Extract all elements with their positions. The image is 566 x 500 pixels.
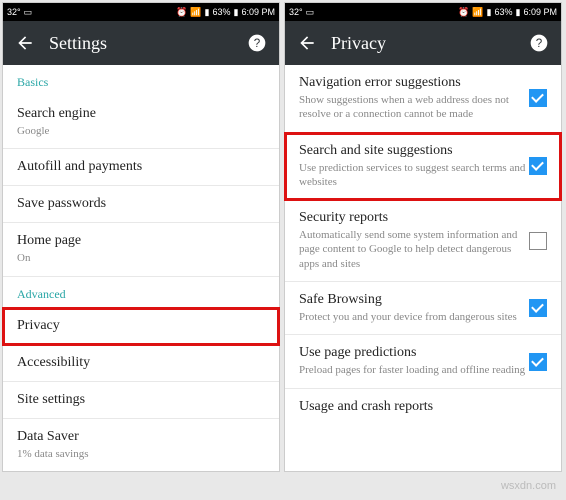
row-accessibility[interactable]: Accessibility bbox=[3, 345, 279, 382]
clock: 6:09 PM bbox=[241, 7, 275, 17]
row-site-settings[interactable]: Site settings bbox=[3, 382, 279, 419]
svg-text:?: ? bbox=[254, 37, 261, 50]
wifi-icon: 📶 bbox=[472, 7, 483, 18]
checkbox-safe-browsing[interactable] bbox=[529, 299, 547, 317]
app-bar: Privacy ? bbox=[285, 21, 561, 65]
notif-icon: ▭ bbox=[306, 7, 315, 18]
battery-pct: 63% bbox=[213, 7, 231, 17]
row-home-page[interactable]: Home pageOn bbox=[3, 223, 279, 276]
row-page-predictions[interactable]: Use page predictionsPreload pages for fa… bbox=[285, 335, 561, 388]
status-bar: 32° ▭ ⏰ 📶 ▮ 63% ▮ 6:09 PM bbox=[285, 3, 561, 21]
temp: 32° bbox=[7, 7, 21, 17]
privacy-screen: 32° ▭ ⏰ 📶 ▮ 63% ▮ 6:09 PM Privacy ? bbox=[284, 2, 562, 472]
help-icon[interactable]: ? bbox=[529, 33, 549, 53]
page-title: Privacy bbox=[331, 33, 529, 54]
row-privacy[interactable]: Privacy bbox=[3, 308, 279, 345]
row-search-site-suggestions[interactable]: Search and site suggestionsUse predictio… bbox=[285, 133, 561, 201]
settings-screen: 32° ▭ ⏰ 📶 ▮ 63% ▮ 6:09 PM Settings ? Bas… bbox=[2, 2, 280, 472]
row-autofill[interactable]: Autofill and payments bbox=[3, 149, 279, 186]
row-usage-crash[interactable]: Usage and crash reports bbox=[285, 389, 561, 425]
battery-icon: ▮ bbox=[234, 7, 239, 18]
alarm-icon: ⏰ bbox=[458, 7, 469, 18]
back-icon[interactable] bbox=[297, 33, 317, 53]
signal-icon: ▮ bbox=[205, 7, 210, 18]
section-basics: Basics bbox=[3, 65, 279, 96]
row-safe-browsing[interactable]: Safe BrowsingProtect you and your device… bbox=[285, 282, 561, 335]
watermark: wsxdn.com bbox=[501, 480, 556, 492]
svg-text:?: ? bbox=[536, 37, 543, 50]
section-advanced: Advanced bbox=[3, 277, 279, 308]
page-title: Settings bbox=[49, 33, 247, 54]
signal-icon: ▮ bbox=[487, 7, 492, 18]
status-bar: 32° ▭ ⏰ 📶 ▮ 63% ▮ 6:09 PM bbox=[3, 3, 279, 21]
alarm-icon: ⏰ bbox=[176, 7, 187, 18]
help-icon[interactable]: ? bbox=[247, 33, 267, 53]
row-security-reports[interactable]: Security reportsAutomatically send some … bbox=[285, 200, 561, 282]
wifi-icon: 📶 bbox=[190, 7, 201, 18]
battery-pct: 63% bbox=[495, 7, 513, 17]
checkbox-nav-error[interactable] bbox=[529, 89, 547, 107]
row-data-saver[interactable]: Data Saver1% data savings bbox=[3, 419, 279, 471]
back-icon[interactable] bbox=[15, 33, 35, 53]
notif-icon: ▭ bbox=[24, 7, 33, 18]
battery-icon: ▮ bbox=[516, 7, 521, 18]
row-save-passwords[interactable]: Save passwords bbox=[3, 186, 279, 223]
row-nav-error[interactable]: Navigation error suggestionsShow suggest… bbox=[285, 65, 561, 133]
checkbox-search-site[interactable] bbox=[529, 157, 547, 175]
clock: 6:09 PM bbox=[523, 7, 557, 17]
temp: 32° bbox=[289, 7, 303, 17]
row-search-engine[interactable]: Search engineGoogle bbox=[3, 96, 279, 149]
app-bar: Settings ? bbox=[3, 21, 279, 65]
checkbox-page-predictions[interactable] bbox=[529, 353, 547, 371]
checkbox-security-reports[interactable] bbox=[529, 232, 547, 250]
